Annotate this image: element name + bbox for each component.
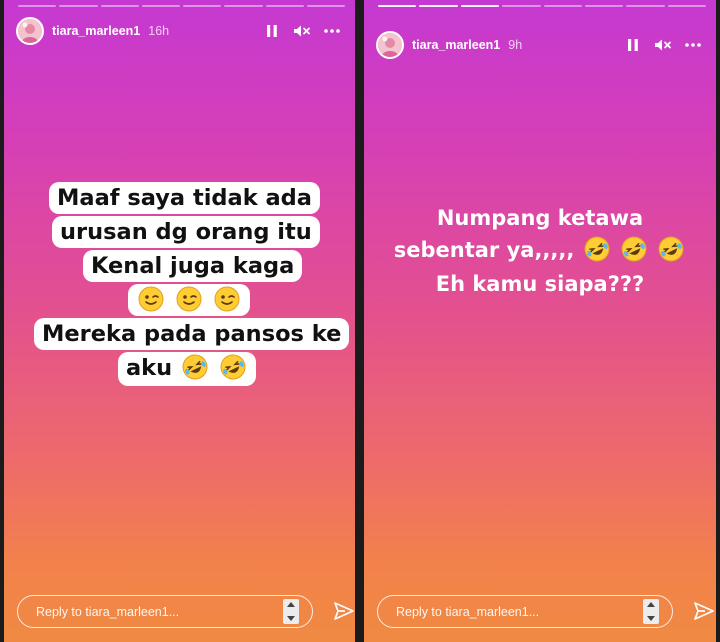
reply-input-wrapper [377, 595, 673, 628]
pause-icon[interactable] [620, 32, 646, 58]
progress-segment [460, 5, 500, 7]
arrow-down-icon[interactable] [287, 616, 295, 621]
mute-icon[interactable] [650, 32, 676, 58]
rolling-laughing-face-emoji [621, 236, 647, 262]
reply-input[interactable] [17, 595, 313, 628]
progress-segment [18, 5, 57, 7]
scroll-stepper[interactable] [283, 599, 299, 624]
rolling-laughing-face-emoji [220, 354, 246, 380]
text-sticker-line: Mereka pada pansos ke [34, 318, 350, 350]
more-icon[interactable] [319, 18, 345, 44]
username[interactable]: tiara_marleen1 [52, 24, 140, 38]
progress-segment [59, 5, 98, 7]
sticker-text: Kenal juga kaga [91, 253, 295, 279]
story-text: sebentar ya,,,,, [393, 238, 575, 262]
scroll-stepper[interactable] [643, 599, 659, 624]
progress-segment [502, 5, 541, 7]
avatar[interactable] [16, 17, 44, 45]
winking-face-emoji [176, 286, 202, 312]
story-header: tiara_marleen1 16h [16, 16, 345, 46]
progress-segment [265, 5, 304, 7]
mute-icon[interactable] [289, 18, 315, 44]
progress-segment [626, 5, 665, 7]
story-text: Eh kamu siapa??? [435, 272, 645, 296]
text-sticker-line: urusan dg orang itu [52, 216, 320, 248]
progress-segment [183, 5, 222, 7]
story-panel-left[interactable]: tiara_marleen1 16h Maaf saya tidak ada u… [4, 0, 355, 642]
send-icon[interactable] [332, 599, 355, 623]
arrow-up-icon[interactable] [647, 602, 655, 607]
reply-input-wrapper [17, 595, 313, 628]
text-sticker-line: aku [118, 352, 256, 386]
progress-segment [667, 5, 706, 7]
arrow-down-icon[interactable] [647, 616, 655, 621]
sticker-text: aku [126, 355, 173, 381]
progress-segment [224, 5, 263, 7]
progress-segment [419, 5, 458, 7]
rolling-laughing-face-emoji [658, 236, 684, 262]
story-progress-bar [378, 5, 706, 8]
rolling-laughing-face-emoji [182, 354, 208, 380]
winking-face-emoji [214, 286, 240, 312]
reply-bar [17, 595, 354, 628]
send-icon[interactable] [692, 599, 716, 623]
progress-segment [543, 5, 582, 7]
sticker-text: urusan dg orang itu [60, 219, 312, 245]
sticker-text: Mereka pada pansos ke [42, 321, 342, 347]
progress-segment [306, 5, 345, 7]
text-sticker-line: Maaf saya tidak ada [49, 182, 320, 214]
pause-icon[interactable] [259, 18, 285, 44]
story-header: tiara_marleen1 9h [376, 30, 706, 60]
progress-segment [378, 5, 417, 7]
progress-segment [100, 5, 139, 7]
story-text-line: sebentar ya,,,,, [364, 235, 716, 266]
story-text-line: Eh kamu siapa??? [364, 269, 716, 300]
story-text-line: Numpang ketawa [364, 203, 716, 234]
winking-face-emoji [138, 286, 164, 312]
rolling-laughing-face-emoji [584, 236, 610, 262]
post-time: 16h [148, 24, 170, 38]
story-text: Numpang ketawa [436, 206, 644, 230]
post-time: 9h [508, 38, 523, 52]
more-icon[interactable] [680, 32, 706, 58]
arrow-up-icon[interactable] [287, 602, 295, 607]
progress-segment [584, 5, 624, 7]
sticker-text: Maaf saya tidak ada [57, 185, 312, 211]
reply-bar [377, 595, 714, 628]
text-sticker-line: Kenal juga kaga [83, 250, 303, 282]
text-sticker-emoji-line [128, 284, 250, 316]
progress-segment [141, 5, 180, 7]
reply-input[interactable] [377, 595, 673, 628]
story-panel-right[interactable]: tiara_marleen1 9h Numpang ketawa sebenta… [364, 0, 716, 642]
avatar[interactable] [376, 31, 404, 59]
story-progress-bar [18, 5, 345, 8]
username[interactable]: tiara_marleen1 [412, 38, 500, 52]
